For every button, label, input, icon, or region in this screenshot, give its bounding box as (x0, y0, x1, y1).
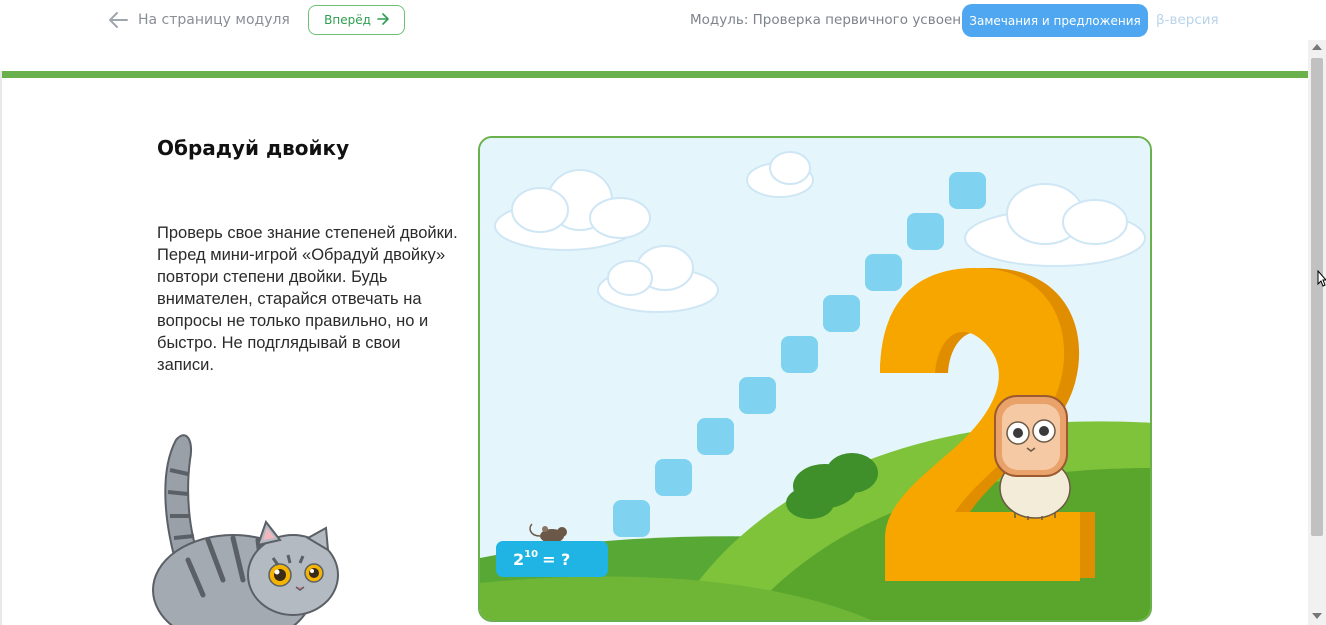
feedback-button[interactable]: Замечания и предложения (962, 4, 1148, 37)
cat-illustration (148, 430, 348, 625)
module-name: Модуль: Проверка первичного усвоения (690, 12, 978, 28)
beta-badge: β-версия (1156, 12, 1219, 28)
step-block-5[interactable] (781, 336, 818, 373)
step-block-6[interactable] (823, 295, 860, 332)
mouse-cursor-icon (1317, 269, 1326, 292)
scrollbar-thumb[interactable] (1311, 58, 1323, 536)
step-block-9[interactable] (949, 172, 986, 209)
scroll-up-icon[interactable] (1312, 44, 1322, 50)
question-badge: 2 10 = ? (496, 541, 608, 577)
vertical-scrollbar[interactable] (1308, 40, 1326, 625)
arrow-right-icon (377, 12, 389, 28)
back-link-label: На страницу модуля (138, 12, 290, 28)
bread-cat-character (994, 395, 1071, 520)
step-block-7[interactable] (865, 254, 902, 291)
step-block-8[interactable] (907, 213, 944, 250)
forward-button[interactable]: Вперёд (308, 5, 405, 35)
arrow-left-icon (108, 11, 128, 29)
step-block-4[interactable] (739, 377, 776, 414)
scroll-down-icon[interactable] (1312, 613, 1322, 619)
question-exponent: 10 (524, 548, 539, 560)
lesson-title: Обрадуй двойку (157, 136, 350, 160)
forward-label: Вперёд (324, 13, 371, 27)
back-to-module-link[interactable]: На страницу модуля (108, 8, 290, 32)
step-block-1[interactable] (613, 500, 650, 537)
lesson-description: Проверь свое знание степеней двойки. Пер… (157, 224, 458, 374)
top-bar: На страницу модуля Вперёд Модуль: Провер… (0, 0, 1326, 40)
game-preview[interactable]: 2 10 = ? (478, 136, 1152, 622)
content-divider (0, 71, 2, 625)
step-block-3[interactable] (697, 418, 734, 455)
step-block-2[interactable] (655, 459, 692, 496)
question-base: 2 (513, 549, 525, 569)
lesson-content: Обрадуй двойку Проверь свое знание степе… (0, 40, 1308, 625)
question-rest: = ? (542, 549, 571, 569)
progress-accent-bar (2, 71, 1308, 78)
